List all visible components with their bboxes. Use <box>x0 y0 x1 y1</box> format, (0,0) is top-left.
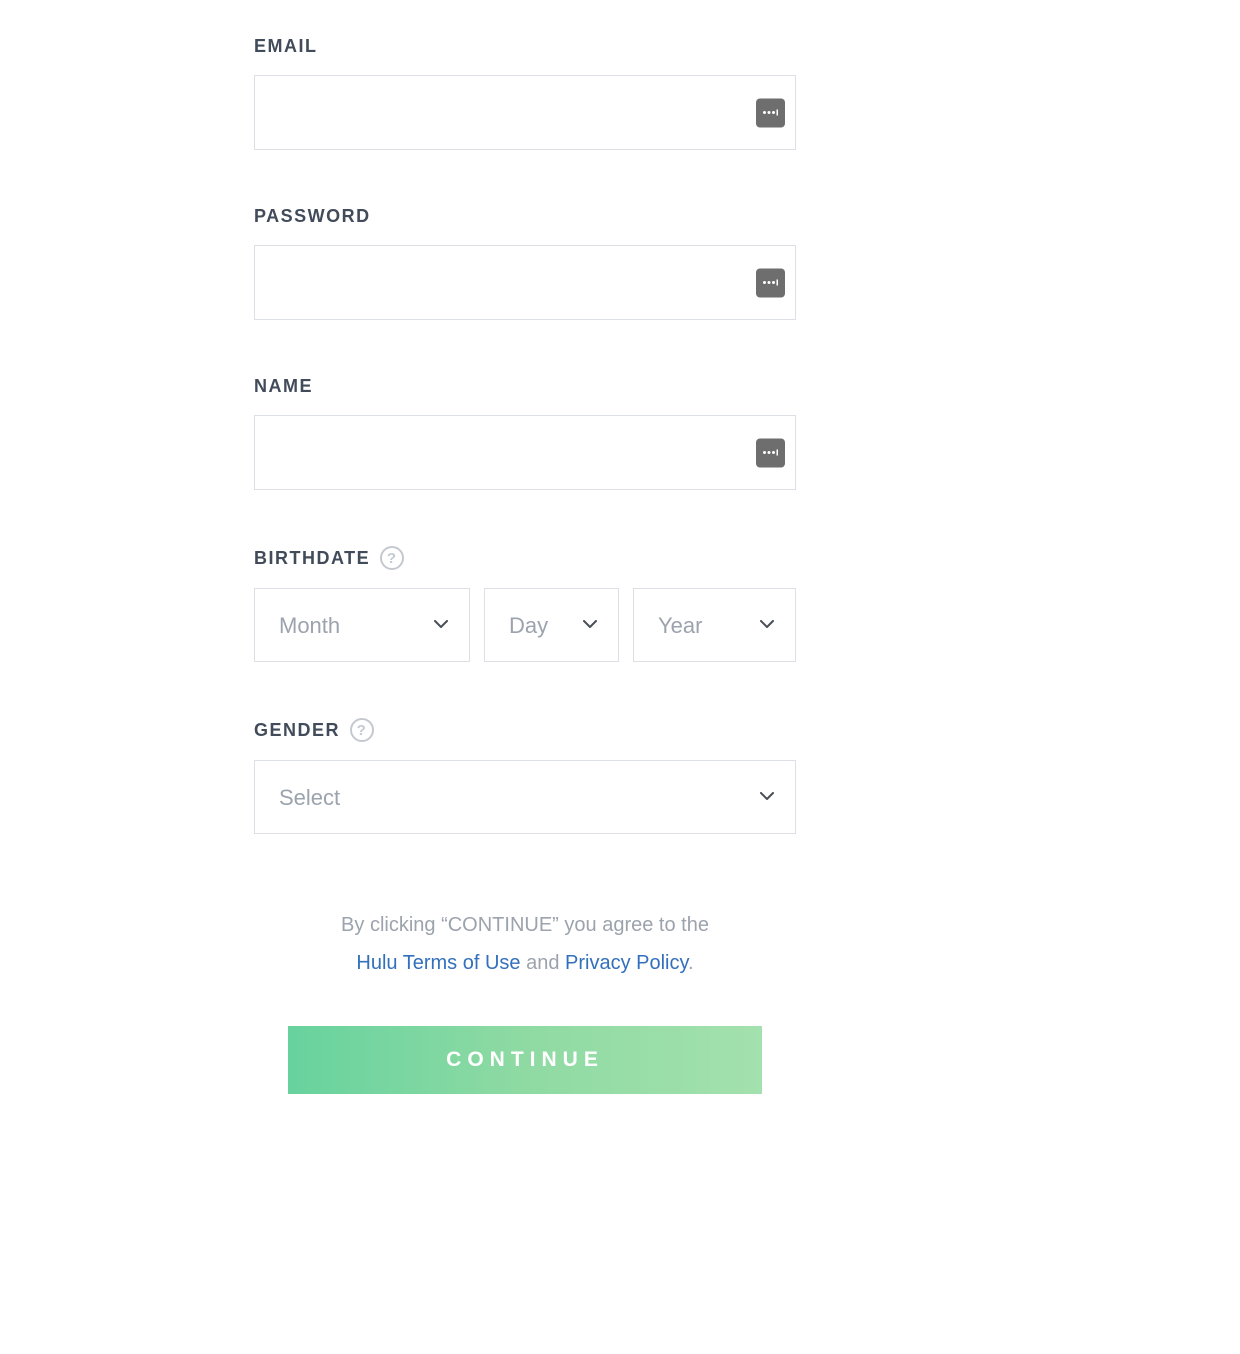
password-group: PASSWORD <box>254 206 796 320</box>
help-icon[interactable]: ? <box>380 546 404 570</box>
gender-select-wrapper: Select <box>254 760 796 834</box>
name-group: NAME <box>254 376 796 490</box>
agreement-suffix: . <box>688 952 694 974</box>
birthdate-selects: Month Day Year <box>254 588 796 662</box>
month-select-wrapper: Month <box>254 588 470 662</box>
help-icon[interactable]: ? <box>350 718 374 742</box>
agreement-text: By clicking “CONTINUE” you agree to the … <box>254 906 796 982</box>
birthdate-day-select[interactable]: Day <box>484 588 619 662</box>
birthdate-label-text: BIRTHDATE <box>254 548 370 569</box>
password-manager-icon[interactable] <box>756 438 785 467</box>
gender-group: GENDER ? Select <box>254 718 796 834</box>
birthdate-month-select[interactable]: Month <box>254 588 470 662</box>
birthdate-year-select[interactable]: Year <box>633 588 796 662</box>
birthdate-label: BIRTHDATE ? <box>254 546 796 570</box>
terms-of-use-link[interactable]: Hulu Terms of Use <box>356 952 520 974</box>
email-group: EMAIL <box>254 36 796 150</box>
gender-label: GENDER ? <box>254 718 796 742</box>
email-input-wrapper <box>254 75 796 150</box>
password-manager-icon[interactable] <box>756 268 785 297</box>
day-select-wrapper: Day <box>484 588 619 662</box>
birthdate-group: BIRTHDATE ? Month Day <box>254 546 796 662</box>
gender-label-text: GENDER <box>254 720 340 741</box>
agreement-connector: and <box>521 952 565 974</box>
name-input-wrapper <box>254 415 796 490</box>
privacy-policy-link[interactable]: Privacy Policy <box>565 952 688 974</box>
gender-select[interactable]: Select <box>254 760 796 834</box>
name-field[interactable] <box>254 415 796 490</box>
year-select-wrapper: Year <box>633 588 796 662</box>
agreement-prefix: By clicking “CONTINUE” you agree to the <box>341 914 709 936</box>
continue-button[interactable]: CONTINUE <box>288 1026 762 1094</box>
password-manager-icon[interactable] <box>756 98 785 127</box>
password-label: PASSWORD <box>254 206 796 227</box>
email-label: EMAIL <box>254 36 796 57</box>
password-input-wrapper <box>254 245 796 320</box>
password-field[interactable] <box>254 245 796 320</box>
signup-form: EMAIL PASSWORD NAME BIRTHDATE ? <box>254 36 796 1094</box>
email-field[interactable] <box>254 75 796 150</box>
name-label: NAME <box>254 376 796 397</box>
